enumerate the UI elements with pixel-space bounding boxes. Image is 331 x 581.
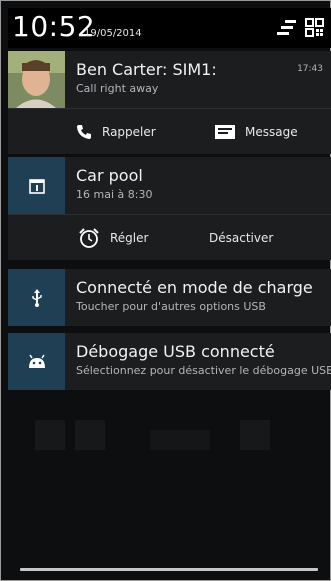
notification-subtitle: Call right away [76, 82, 159, 95]
sliders-icon[interactable] [276, 16, 298, 38]
usb-icon [8, 269, 65, 326]
notification-title: Car pool [76, 166, 143, 185]
notification-actions: Rappeler Message [8, 108, 331, 155]
avatar [8, 51, 65, 108]
message-button[interactable]: Message [215, 109, 298, 155]
alarm-clock-icon [78, 227, 100, 249]
drag-handle[interactable] [20, 568, 318, 571]
notification-title: Ben Carter: SIM1: [76, 60, 217, 79]
missed-call-notification[interactable]: Ben Carter: SIM1: Call right away 17:43 … [8, 51, 331, 154]
phone-icon [76, 124, 92, 140]
notification-header: 10:52 19/05/2014 [8, 8, 331, 48]
notification-actions: Régler Désactiver [8, 214, 331, 261]
notification-subtitle: Toucher pour d'autres options USB [76, 300, 266, 313]
dismiss-label: Désactiver [209, 231, 274, 245]
android-icon [8, 333, 65, 390]
callback-button[interactable]: Rappeler [76, 109, 156, 155]
snooze-label: Régler [110, 231, 149, 245]
notification-title: Débogage USB connecté [76, 342, 275, 361]
usb-debugging-notification[interactable]: Débogage USB connecté Sélectionnez pour … [8, 333, 331, 390]
usb-charging-notification[interactable]: Connecté en mode de charge Toucher pour … [8, 269, 331, 326]
clock: 10:52 [12, 10, 96, 43]
background-homescreen [35, 420, 270, 450]
date: 19/05/2014 [84, 28, 142, 39]
notification-time: 17:43 [297, 64, 323, 74]
dismiss-button[interactable]: Désactiver [209, 215, 273, 261]
message-icon [215, 125, 235, 139]
grid-toggles-icon[interactable] [304, 16, 326, 38]
notification-subtitle: 16 mai à 8:30 [76, 188, 153, 201]
callback-label: Rappeler [102, 125, 156, 139]
message-label: Message [245, 125, 298, 139]
calendar-notification[interactable]: Car pool 16 mai à 8:30 Régler Désactiver [8, 157, 331, 260]
notification-title: Connecté en mode de charge [76, 278, 313, 297]
calendar-icon [8, 157, 65, 214]
snooze-button[interactable]: Régler [78, 215, 148, 261]
notification-subtitle: Sélectionnez pour désactiver le débogage… [76, 364, 331, 377]
